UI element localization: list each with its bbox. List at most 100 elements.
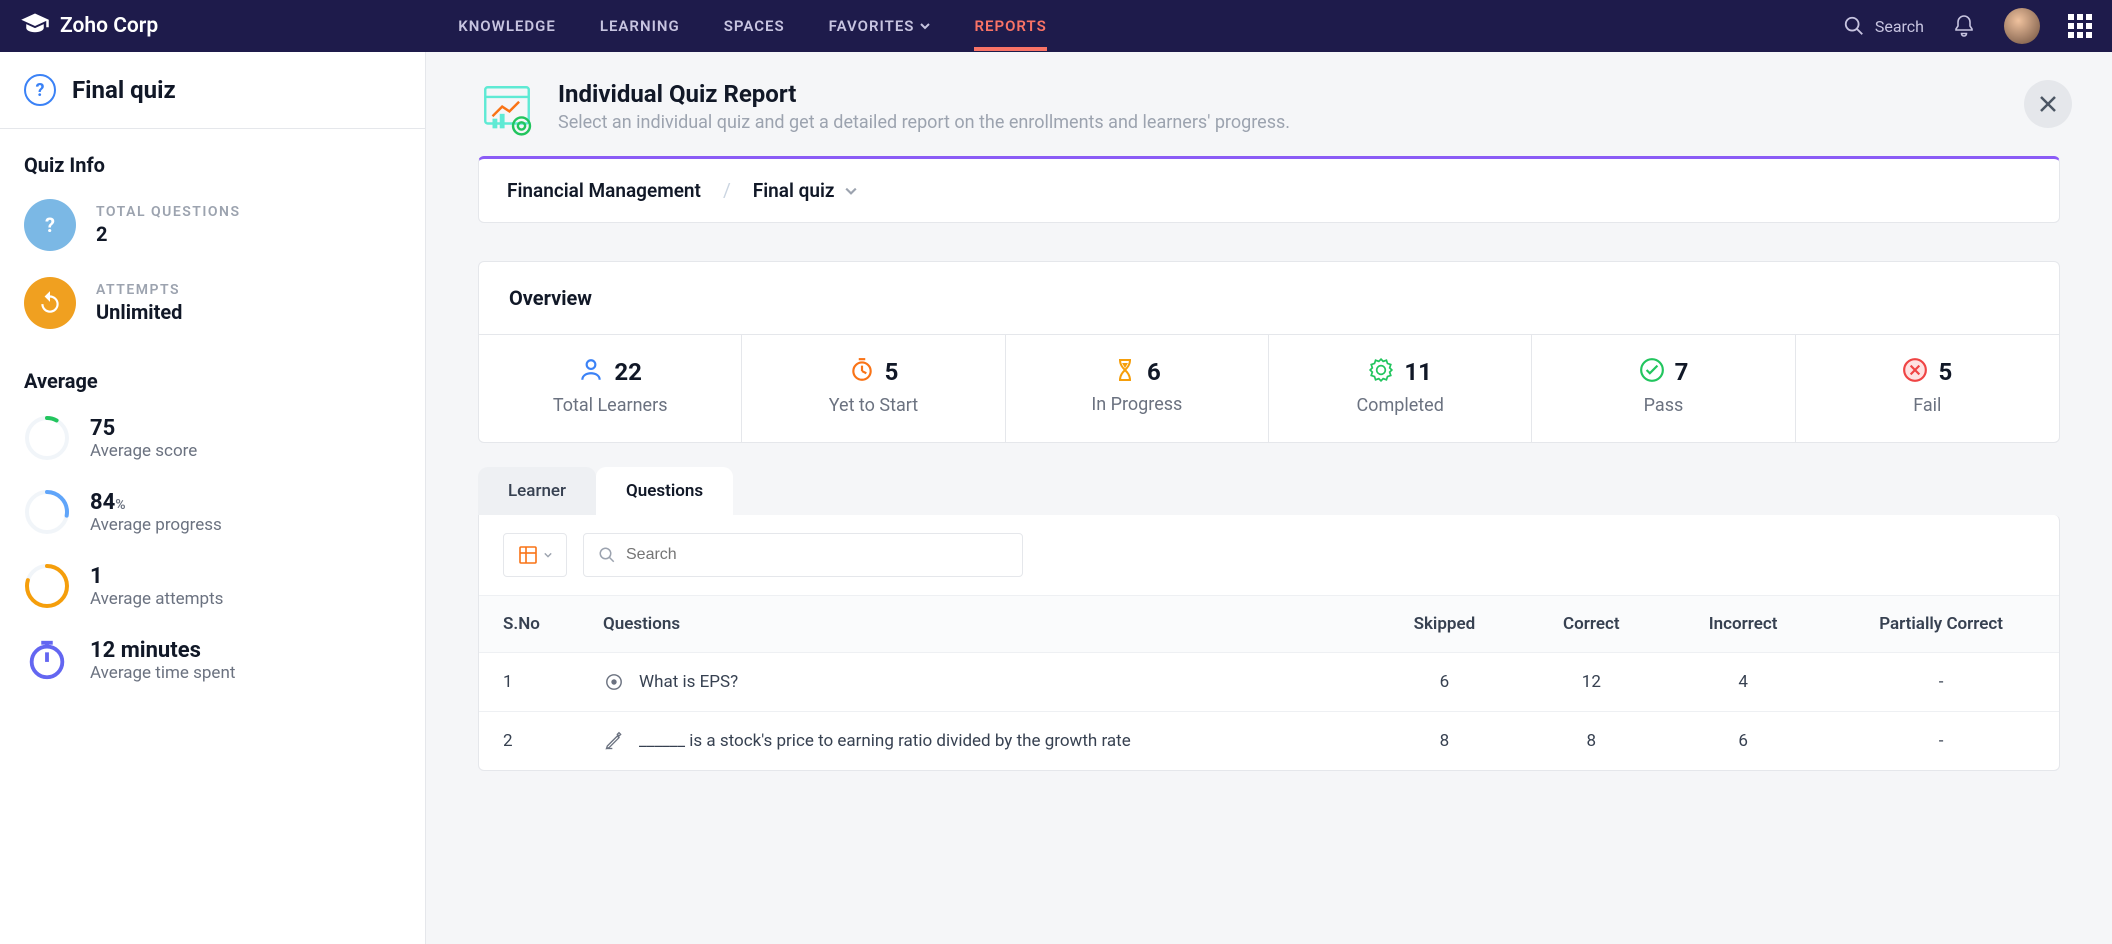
search-placeholder: Search [1875,17,1924,36]
user-avatar[interactable] [2004,8,2040,44]
stat-label: Yet to Start [829,395,918,416]
avg-progress-value: 84% [90,490,222,515]
avg-time-value: 12 minutes [90,638,235,663]
bell-icon[interactable] [1952,14,1976,38]
stat-value: 5 [1938,358,1952,386]
attempts-label: ATTEMPTS [96,282,182,298]
cell-question: What is EPS? [579,653,1369,712]
overview-stat: 7 Pass [1532,335,1795,442]
stat-value: 6 [1147,358,1161,386]
questions-table-card: S.No Questions Skipped Correct Incorrect… [478,515,2060,771]
cell-correct: 8 [1520,712,1663,771]
breadcrumb-separator: / [723,179,731,202]
avg-score-label: Average score [90,441,197,461]
column-picker[interactable] [503,533,567,577]
avg-attempts-label: Average attempts [90,589,223,609]
brand[interactable]: Zoho Corp [20,11,158,41]
breadcrumb-current-dropdown[interactable]: Final quiz [753,179,857,202]
overview-stat: 22 Total Learners [479,335,742,442]
report-icon [478,80,536,138]
stat-value: 11 [1404,358,1432,386]
col-sno: S.No [479,596,579,653]
table-row[interactable]: 2 ______ is a stock's price to earning r… [479,712,2059,771]
breadcrumb-parent[interactable]: Financial Management [507,179,701,202]
cell-question: ______ is a stock's price to earning rat… [579,712,1369,771]
badge-icon [1368,357,1394,387]
global-search[interactable]: Search [1843,15,1924,37]
nav-knowledge[interactable]: KNOWLEDGE [458,17,556,35]
search-icon [1843,15,1865,37]
graduation-cap-icon [20,11,50,41]
average-heading: Average [24,369,401,393]
nav-learning[interactable]: LEARNING [600,17,680,35]
overview-stat: 11 Completed [1269,335,1532,442]
col-skipped: Skipped [1369,596,1519,653]
chevron-down-icon [845,185,857,197]
x-icon [1902,357,1928,387]
cell-skipped: 6 [1369,653,1519,712]
chevron-down-icon [544,551,552,559]
nav-favorites[interactable]: FAVORITES [829,17,931,35]
avg-score-value: 75 [90,416,197,441]
col-questions: Questions [579,596,1369,653]
clock-icon [849,357,875,387]
brand-name: Zoho Corp [60,14,158,38]
cell-incorrect: 6 [1663,712,1823,771]
chevron-down-icon [920,21,930,31]
overview-card: Overview 22 Total Learners 5 Yet to Star… [478,261,2060,443]
table-search-input[interactable] [626,546,1008,564]
tab-learner[interactable]: Learner [478,467,596,515]
nav-reports[interactable]: REPORTS [974,17,1046,35]
avg-time-icon [24,637,70,683]
overview-heading: Overview [479,262,2059,335]
table-icon [518,545,538,565]
close-button[interactable] [2024,80,2072,128]
question-text: What is EPS? [639,672,738,692]
question-text: ______ is a stock's price to earning rat… [639,731,1131,751]
apps-icon[interactable] [2068,14,2092,38]
table-row[interactable]: 1 What is EPS? 6 12 4 - [479,653,2059,712]
cell-sno: 1 [479,653,579,712]
top-nav-links: KNOWLEDGE LEARNING SPACES FAVORITES REPO… [458,17,1047,35]
report-tabs: Learner Questions [478,467,2060,515]
overview-stat: 5 Yet to Start [742,335,1005,442]
search-icon [598,546,616,564]
stat-label: Completed [1356,395,1443,416]
main-content: Individual Quiz Report Select an individ… [426,52,2112,944]
help-icon[interactable]: ? [24,74,56,106]
hourglass-icon [1113,358,1137,386]
total-questions-label: TOTAL QUESTIONS [96,204,241,220]
cell-sno: 2 [479,712,579,771]
total-questions-value: 2 [96,222,241,246]
cell-incorrect: 4 [1663,653,1823,712]
stat-label: Fail [1913,395,1941,416]
table-search[interactable] [583,533,1023,577]
breadcrumb: Financial Management / Final quiz [478,156,2060,223]
attempts-icon [24,277,76,329]
avg-progress-label: Average progress [90,515,222,535]
stat-label: In Progress [1091,394,1182,415]
stat-value: 7 [1675,358,1689,386]
sidebar: ? Final quiz Quiz Info ? TOTAL QUESTIONS… [0,52,426,944]
sidebar-title: Final quiz [72,76,176,104]
person-icon [578,357,604,387]
cell-partial: - [1823,653,2059,712]
col-incorrect: Incorrect [1663,596,1823,653]
overview-stat: 5 Fail [1796,335,2059,442]
stat-value: 5 [885,358,899,386]
report-title: Individual Quiz Report [558,80,1290,108]
radio-icon [605,673,623,691]
cell-correct: 12 [1520,653,1663,712]
nav-spaces[interactable]: SPACES [724,17,785,35]
check-icon [1639,357,1665,387]
avg-attempts-ring [24,563,70,609]
stat-value: 22 [614,358,642,386]
cell-partial: - [1823,712,2059,771]
question-count-icon: ? [24,199,76,251]
report-subtitle: Select an individual quiz and get a deta… [558,112,1290,133]
col-partial: Partially Correct [1823,596,2059,653]
attempts-value: Unlimited [96,300,182,324]
col-correct: Correct [1520,596,1663,653]
close-icon [2038,94,2058,114]
tab-questions[interactable]: Questions [596,467,733,515]
